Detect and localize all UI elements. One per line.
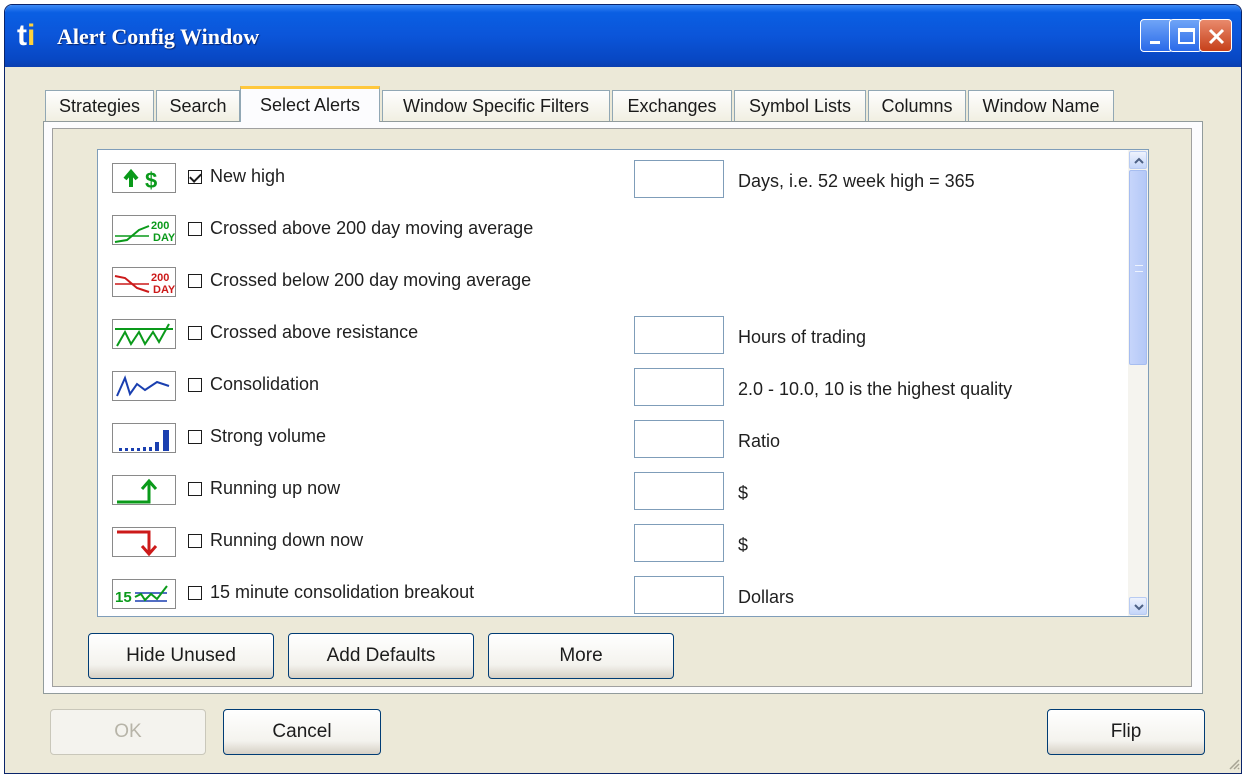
- running-up-icon: [112, 475, 176, 505]
- alert-row-crossed-below-200: 200 DAY Crossed below 200 day moving ave…: [98, 264, 1128, 300]
- alert-label: Crossed below 200 day moving average: [210, 270, 532, 290]
- alerts-frame: $ New high Days, i.e. 52 week high = 365…: [52, 128, 1192, 687]
- close-button[interactable]: [1199, 19, 1232, 52]
- ok-button[interactable]: OK: [50, 709, 206, 755]
- alert-list: $ New high Days, i.e. 52 week high = 365…: [97, 149, 1149, 617]
- alert-value-input[interactable]: [634, 576, 724, 614]
- consolidation-icon: [112, 371, 176, 401]
- resize-grip-icon[interactable]: [1227, 757, 1241, 771]
- tab-columns[interactable]: Columns: [868, 90, 966, 121]
- alert-value-input[interactable]: [634, 472, 724, 510]
- svg-text:$: $: [145, 168, 157, 193]
- alert-value-input[interactable]: [634, 160, 724, 198]
- alert-row-crossed-above-200: 200 DAY Crossed above 200 day moving ave…: [98, 212, 1128, 248]
- tab-symbol-lists[interactable]: Symbol Lists: [734, 90, 866, 121]
- vertical-scrollbar[interactable]: [1128, 150, 1148, 616]
- alert-row-running-down: Running down now $: [98, 524, 1128, 562]
- cancel-button[interactable]: Cancel: [223, 709, 381, 755]
- alert-label: Running up now: [210, 478, 341, 498]
- tab-search[interactable]: Search: [156, 90, 240, 121]
- alert-label: Crossed above resistance: [210, 322, 419, 342]
- tab-strategies[interactable]: Strategies: [45, 90, 154, 121]
- alert-checkbox[interactable]: [188, 326, 202, 340]
- scroll-thumb[interactable]: [1129, 170, 1147, 365]
- more-button[interactable]: More: [488, 633, 674, 679]
- svg-text:DAY: DAY: [153, 284, 176, 296]
- alert-checkbox[interactable]: [188, 274, 202, 288]
- add-defaults-button[interactable]: Add Defaults: [288, 633, 474, 679]
- tab-window-name[interactable]: Window Name: [968, 90, 1114, 121]
- crossed-above-resistance-icon: [112, 319, 176, 349]
- alert-label: Running down now: [210, 530, 364, 550]
- alert-config-window: ti Alert Config Window Strategies Search…: [4, 4, 1242, 774]
- alert-unit: Dollars: [738, 587, 795, 607]
- alert-checkbox[interactable]: [188, 378, 202, 392]
- alert-checkbox[interactable]: [188, 430, 202, 444]
- strong-volume-icon: [112, 423, 176, 453]
- hide-unused-button[interactable]: Hide Unused: [88, 633, 274, 679]
- app-logo: ti: [17, 19, 36, 52]
- new-high-icon: $: [112, 163, 176, 193]
- alert-label: Strong volume: [210, 426, 327, 446]
- scroll-up-button[interactable]: [1129, 151, 1147, 169]
- alert-unit: 2.0 - 10.0, 10 is the highest quality: [738, 379, 1013, 399]
- alert-row-crossed-above-resistance: Crossed above resistance Hours of tradin…: [98, 316, 1128, 354]
- crossed-below-200-day-icon: 200 DAY: [112, 267, 176, 297]
- title-bar[interactable]: ti Alert Config Window: [5, 5, 1241, 67]
- tab-exchanges[interactable]: Exchanges: [612, 90, 732, 121]
- scroll-down-button[interactable]: [1129, 597, 1147, 615]
- tab-select-alerts[interactable]: Select Alerts: [240, 86, 380, 122]
- alert-row-new-high: $ New high Days, i.e. 52 week high = 365: [98, 160, 1128, 198]
- running-down-icon: [112, 527, 176, 557]
- 15-minute-breakout-icon: 15: [112, 579, 176, 609]
- alert-row-running-up: Running up now $: [98, 472, 1128, 510]
- crossed-above-200-day-icon: 200 DAY: [112, 215, 176, 245]
- alert-unit: Ratio: [738, 431, 781, 451]
- alert-checkbox[interactable]: [188, 482, 202, 496]
- chevron-up-icon: [1134, 157, 1144, 164]
- alert-value-input[interactable]: [634, 524, 724, 562]
- svg-text:200: 200: [151, 220, 169, 232]
- maximize-button[interactable]: [1169, 19, 1202, 52]
- scroll-grip: [1135, 265, 1143, 272]
- alert-checkbox[interactable]: [188, 170, 202, 184]
- tab-window-specific-filters[interactable]: Window Specific Filters: [382, 90, 610, 121]
- alert-unit: Hours of trading: [738, 327, 867, 347]
- svg-text:15: 15: [115, 589, 132, 606]
- alert-label: Consolidation: [210, 374, 320, 394]
- select-alerts-panel: $ New high Days, i.e. 52 week high = 365…: [43, 121, 1203, 694]
- alert-checkbox[interactable]: [188, 534, 202, 548]
- svg-text:200: 200: [151, 272, 169, 284]
- alert-row-15-minute-breakout: 15 15 minute consolidation breakout Doll…: [98, 576, 1128, 614]
- alert-label: 15 minute consolidation breakout: [210, 582, 475, 602]
- alert-label: New high: [210, 166, 286, 186]
- alert-value-input[interactable]: [634, 368, 724, 406]
- alert-row-strong-volume: Strong volume Ratio: [98, 420, 1128, 458]
- alert-row-consolidation: Consolidation 2.0 - 10.0, 10 is the high…: [98, 368, 1128, 406]
- flip-button[interactable]: Flip: [1047, 709, 1205, 755]
- svg-text:DAY: DAY: [153, 232, 176, 244]
- alert-value-input[interactable]: [634, 316, 724, 354]
- alert-label: Crossed above 200 day moving average: [210, 218, 534, 238]
- close-icon: [1208, 28, 1225, 45]
- alert-unit: $: [738, 483, 749, 503]
- chevron-down-icon: [1134, 604, 1144, 611]
- alert-unit: Days, i.e. 52 week high = 365: [738, 171, 975, 191]
- alert-value-input[interactable]: [634, 420, 724, 458]
- alert-checkbox[interactable]: [188, 586, 202, 600]
- alert-checkbox[interactable]: [188, 222, 202, 236]
- alert-unit: $: [738, 535, 749, 555]
- window-title: Alert Config Window: [57, 24, 260, 49]
